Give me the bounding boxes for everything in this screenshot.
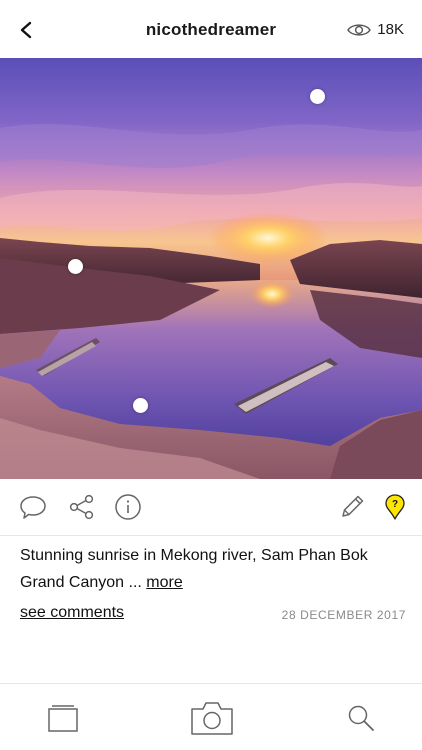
photo-tag-dot[interactable] — [310, 89, 325, 104]
views-counter: 18K — [347, 21, 404, 38]
tab-camera[interactable] — [188, 698, 236, 738]
edit-button[interactable] — [337, 492, 367, 522]
bottom-tab-bar — [0, 684, 422, 750]
divider — [0, 535, 422, 536]
sunrise-landscape-image — [0, 58, 422, 479]
comment-icon — [20, 496, 46, 519]
svg-text:?: ? — [392, 499, 398, 510]
photo-tag-dot[interactable] — [133, 398, 148, 413]
camera-icon — [191, 702, 233, 735]
more-link[interactable]: more — [146, 574, 182, 591]
tab-search[interactable] — [344, 698, 378, 738]
caption-text: Stunning sunrise in Mekong river, Sam Ph… — [20, 547, 368, 591]
info-button[interactable] — [113, 492, 143, 522]
gallery-icon — [48, 705, 78, 732]
share-button[interactable] — [67, 492, 97, 522]
question-tag-icon: ? — [385, 494, 405, 520]
views-count: 18K — [377, 21, 404, 38]
post-caption: Stunning sunrise in Mekong river, Sam Ph… — [20, 542, 404, 596]
share-icon — [69, 494, 94, 520]
post-actions: ? — [0, 479, 422, 535]
post-date: 28 DECEMBER 2017 — [281, 608, 406, 622]
post-photo[interactable] — [0, 58, 422, 479]
tab-gallery[interactable] — [46, 698, 80, 738]
search-icon — [348, 705, 374, 731]
info-icon — [115, 494, 141, 520]
question-tag-button[interactable]: ? — [380, 492, 410, 522]
comment-button[interactable] — [18, 492, 48, 522]
photo-tag-dot[interactable] — [68, 259, 83, 274]
edit-icon — [342, 495, 364, 517]
see-comments-link[interactable]: see comments — [20, 604, 124, 622]
header-bar: nicothedreamer 18K — [0, 0, 422, 60]
eye-icon — [347, 23, 372, 36]
